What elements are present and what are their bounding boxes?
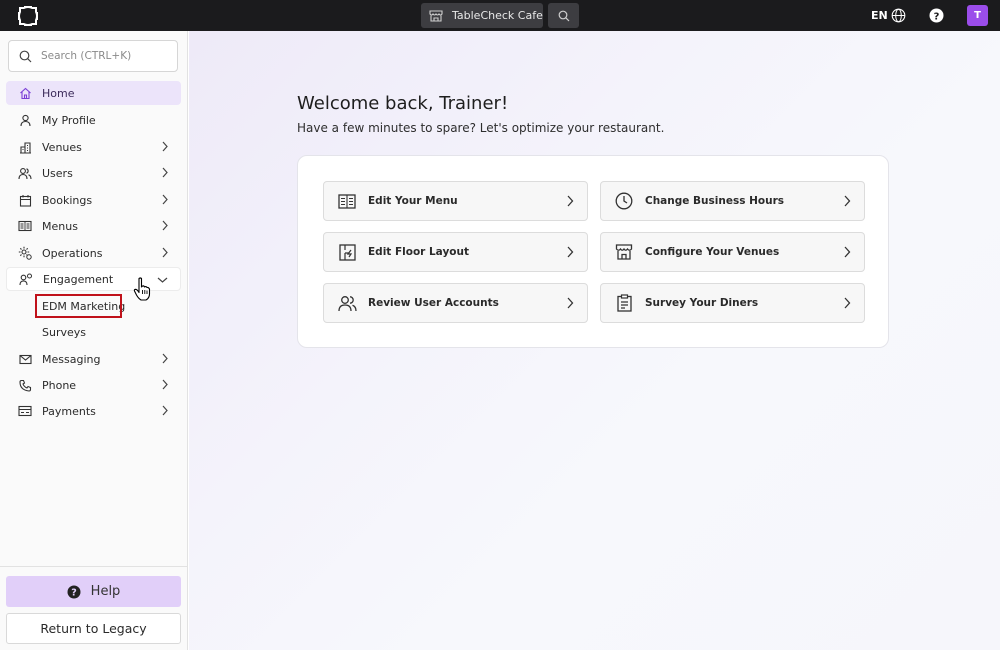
chevron-right-icon <box>162 167 168 178</box>
action-label: Survey Your Diners <box>645 297 759 309</box>
chevron-right-icon <box>162 194 168 205</box>
sidebar-item-bookings[interactable]: Bookings <box>6 188 181 212</box>
payment-icon <box>18 404 32 418</box>
search-icon <box>558 10 569 21</box>
chevron-right-icon <box>567 195 574 207</box>
chevron-right-icon <box>162 247 168 258</box>
action-label: Edit Floor Layout <box>368 246 470 258</box>
language-code[interactable]: EN <box>871 9 888 22</box>
sidebar-item-label: Home <box>42 86 75 100</box>
building-icon <box>18 140 32 154</box>
chevron-down-icon <box>157 277 168 283</box>
change-business-hours-button[interactable]: Change Business Hours <box>600 181 865 221</box>
configure-venues-button[interactable]: Configure Your Venues <box>600 232 865 272</box>
chevron-right-icon <box>162 379 168 390</box>
main-content: Welcome back, Trainer! Have a few minute… <box>189 31 1000 650</box>
action-label: Edit Your Menu <box>368 195 458 207</box>
chevron-right-icon <box>162 220 168 231</box>
user-avatar[interactable]: T <box>967 5 988 26</box>
help-circle-icon: ? <box>67 585 81 598</box>
edit-menu-button[interactable]: Edit Your Menu <box>323 181 588 221</box>
page-subtitle: Have a few minutes to spare? Let's optim… <box>297 121 665 135</box>
help-circle-icon[interactable]: ? <box>929 8 944 23</box>
sidebar-item-label: Payments <box>42 404 96 418</box>
store-icon <box>429 9 443 22</box>
menu-book-icon <box>337 191 357 211</box>
store-icon <box>614 242 634 262</box>
venue-name: TableCheck Cafe <box>452 9 543 22</box>
sidebar-subitem-surveys[interactable]: Surveys <box>42 326 86 339</box>
sidebar-item-label: Venues <box>42 140 82 154</box>
sidebar-item-label: Phone <box>42 378 77 392</box>
hand-pointer-cursor-icon <box>133 277 151 301</box>
chevron-right-icon <box>844 246 851 258</box>
sidebar: Home My Profile Venues Users Bookings Me… <box>0 31 188 650</box>
global-search-button[interactable] <box>548 3 579 28</box>
chevron-right-icon <box>567 297 574 309</box>
sidebar-item-label: My Profile <box>42 113 96 127</box>
sidebar-item-label: Operations <box>42 246 103 260</box>
svg-text:?: ? <box>71 587 77 598</box>
menu-book-icon <box>18 219 32 233</box>
chevron-right-icon <box>162 141 168 152</box>
edm-marketing-highlight-box <box>35 294 122 318</box>
sidebar-item-engagement[interactable]: Engagement <box>6 267 181 291</box>
sidebar-item-phone[interactable]: Phone <box>6 373 181 397</box>
sidebar-item-operations[interactable]: Operations <box>6 241 181 265</box>
survey-diners-button[interactable]: Survey Your Diners <box>600 283 865 323</box>
sidebar-footer: ? Help Return to Legacy <box>0 566 188 650</box>
sidebar-item-label: Users <box>42 166 73 180</box>
action-label: Change Business Hours <box>645 195 785 207</box>
globe-icon[interactable] <box>891 8 906 23</box>
gear-icon <box>18 246 32 260</box>
sidebar-item-venues[interactable]: Venues <box>6 135 181 159</box>
venue-selector-button[interactable]: TableCheck Cafe <box>421 3 543 28</box>
sidebar-item-label: Menus <box>42 219 78 233</box>
sidebar-item-label: Messaging <box>42 352 101 366</box>
help-label: Help <box>90 584 121 599</box>
review-user-accounts-button[interactable]: Review User Accounts <box>323 283 588 323</box>
clock-icon <box>614 191 634 211</box>
return-to-legacy-button[interactable]: Return to Legacy <box>6 613 181 644</box>
phone-icon <box>18 378 32 392</box>
edit-floor-layout-button[interactable]: Edit Floor Layout <box>323 232 588 272</box>
sidebar-item-label: Bookings <box>42 193 93 207</box>
sidebar-item-home[interactable]: Home <box>6 81 181 105</box>
sidebar-item-my-profile[interactable]: My Profile <box>6 108 181 132</box>
action-label: Review User Accounts <box>368 297 499 309</box>
mail-icon <box>18 352 32 366</box>
sidebar-item-menus[interactable]: Menus <box>6 214 181 238</box>
chevron-right-icon <box>162 405 168 416</box>
home-icon <box>18 86 32 100</box>
sidebar-item-payments[interactable]: Payments <box>6 399 181 423</box>
chevron-right-icon <box>162 353 168 364</box>
sidebar-item-label: Engagement <box>43 272 114 286</box>
svg-text:?: ? <box>934 11 940 22</box>
chevron-right-icon <box>844 297 851 309</box>
search-icon <box>19 50 32 62</box>
help-button[interactable]: ? Help <box>6 576 181 607</box>
top-bar: TableCheck Cafe EN ? T <box>0 0 1000 31</box>
chevron-right-icon <box>844 195 851 207</box>
sidebar-search[interactable] <box>8 40 178 72</box>
clipboard-icon <box>614 293 634 313</box>
user-icon <box>18 113 32 127</box>
search-input[interactable] <box>41 50 161 62</box>
sidebar-item-users[interactable]: Users <box>6 161 181 185</box>
chevron-right-icon <box>567 246 574 258</box>
sidebar-item-messaging[interactable]: Messaging <box>6 347 181 371</box>
floor-plan-icon <box>337 242 357 262</box>
action-label: Configure Your Venues <box>645 246 780 258</box>
quick-actions-card: Edit Your Menu Change Business Hours Edi… <box>297 155 889 348</box>
calendar-icon <box>18 193 32 207</box>
users-icon <box>337 293 357 313</box>
tablecheck-logo-icon[interactable] <box>17 5 39 27</box>
engagement-icon <box>19 272 33 286</box>
page-title: Welcome back, Trainer! <box>297 93 509 114</box>
users-icon <box>18 166 32 180</box>
